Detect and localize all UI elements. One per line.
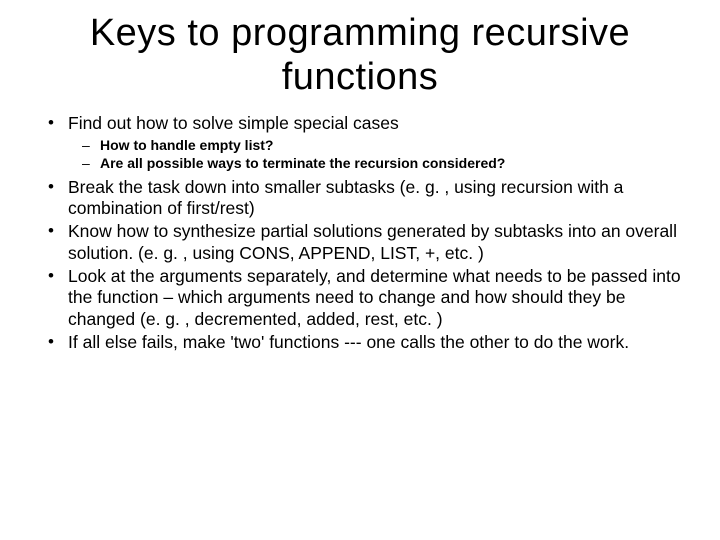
bullet-item: Look at the arguments separately, and de… xyxy=(38,266,682,330)
sub-bullet-text: How to handle empty list? xyxy=(100,137,273,153)
bullet-text: Look at the arguments separately, and de… xyxy=(68,266,681,329)
sub-bullet-list: How to handle empty list? Are all possib… xyxy=(68,137,682,173)
bullet-text: Break the task down into smaller subtask… xyxy=(68,177,623,218)
bullet-text: Find out how to solve simple special cas… xyxy=(68,113,399,133)
slide: Keys to programming recursive functions … xyxy=(0,0,720,540)
bullet-text: If all else fails, make 'two' functions … xyxy=(68,332,629,352)
bullet-item: If all else fails, make 'two' functions … xyxy=(38,332,682,353)
sub-bullet-item: How to handle empty list? xyxy=(68,137,682,155)
sub-bullet-item: Are all possible ways to terminate the r… xyxy=(68,155,682,173)
bullet-item: Find out how to solve simple special cas… xyxy=(38,113,682,172)
bullet-text: Know how to synthesize partial solutions… xyxy=(68,221,677,262)
bullet-item: Break the task down into smaller subtask… xyxy=(38,177,682,220)
sub-bullet-text: Are all possible ways to terminate the r… xyxy=(100,155,505,171)
bullet-list: Find out how to solve simple special cas… xyxy=(32,113,688,353)
slide-title: Keys to programming recursive functions xyxy=(32,12,688,99)
bullet-item: Know how to synthesize partial solutions… xyxy=(38,221,682,264)
